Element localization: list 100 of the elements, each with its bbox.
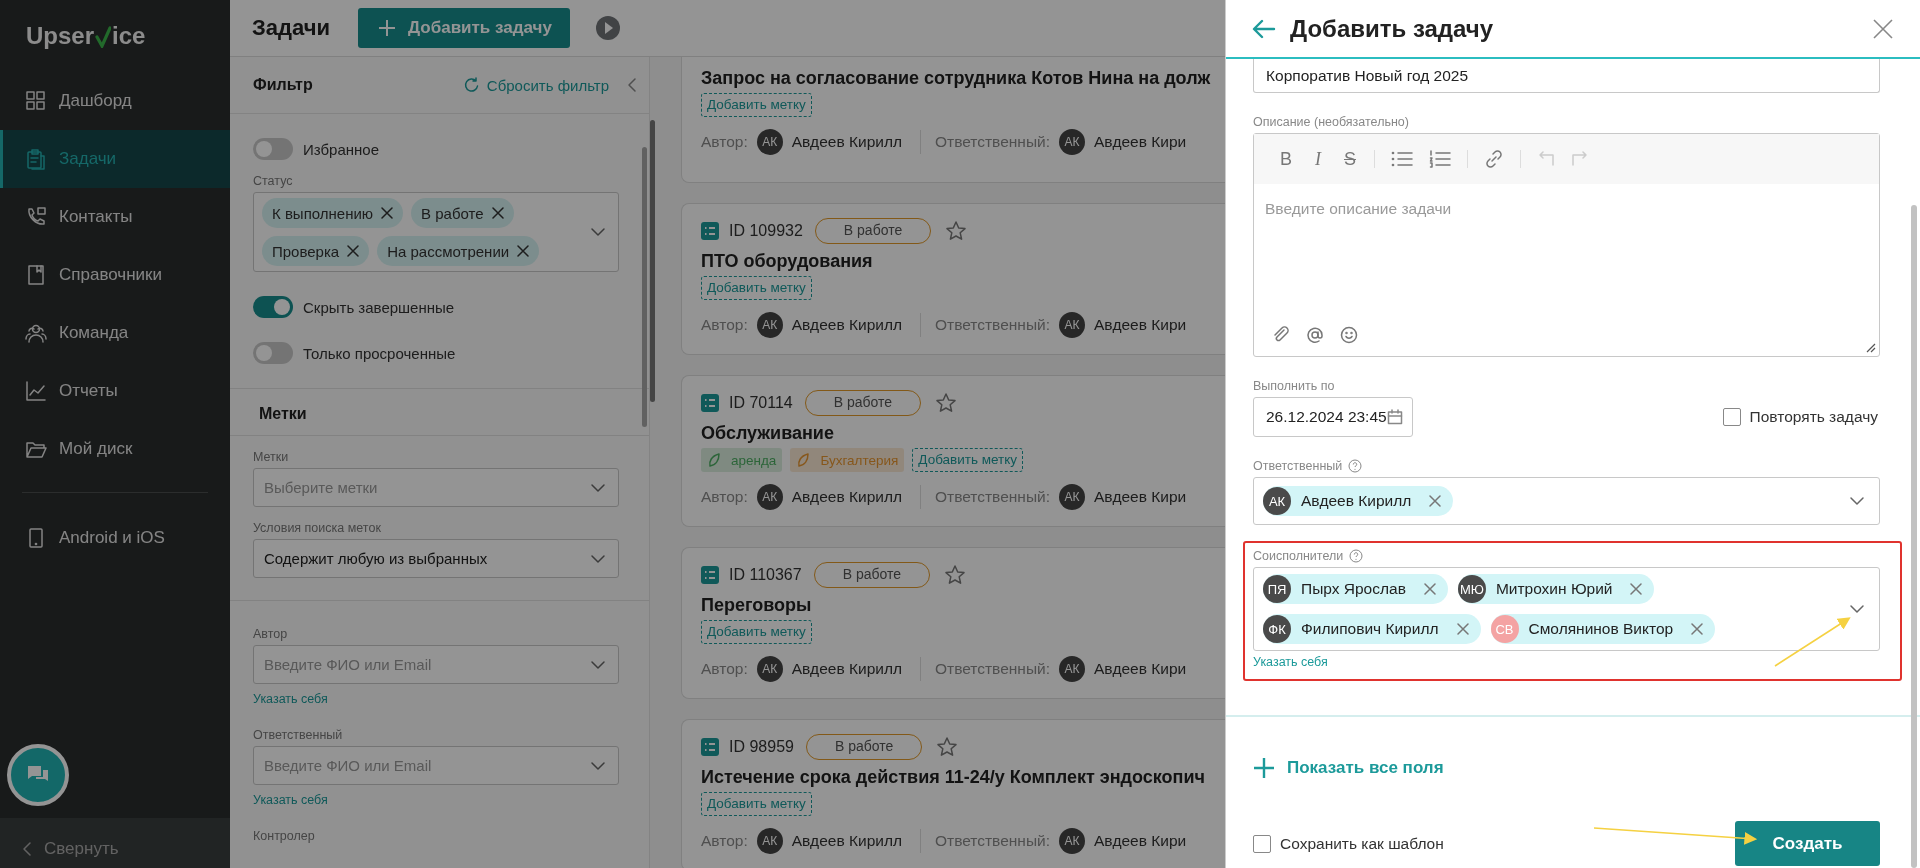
smiley-icon[interactable]	[1340, 326, 1358, 344]
toggle-switch[interactable]	[253, 138, 293, 160]
author-label: Автор:	[701, 316, 748, 334]
person-name: Авдеев Кирилл	[791, 133, 902, 151]
author-label: Автор:	[701, 660, 748, 678]
star-icon[interactable]	[945, 220, 968, 242]
status-select[interactable]: К выполнению В работе Проверка На рассмотрении	[253, 192, 619, 272]
toggle-switch[interactable]	[253, 342, 293, 364]
create-button[interactable]: Создать	[1735, 821, 1880, 866]
checklist-icon	[701, 222, 719, 240]
link-icon[interactable]	[1484, 149, 1504, 169]
task-card[interactable]: ID 109932 В работе ПТО оборудования Добавить метку Автор: АК Авдеев Кирилл Ответственный: АК Авдеев Кири	[681, 203, 1225, 355]
close-icon[interactable]	[1873, 18, 1893, 39]
add-tag-button[interactable]: Добавить метку	[701, 792, 812, 816]
nav-item[interactable]: Задачи	[0, 130, 230, 188]
avatar: АК	[1059, 828, 1085, 854]
paperclip-icon[interactable]	[1272, 326, 1290, 344]
description-placeholder: Введите описание задачи	[1264, 199, 1453, 219]
avatar: АК	[756, 484, 783, 510]
chevron-down-icon	[1849, 496, 1865, 506]
add-tag-button[interactable]: Добавить метку	[701, 276, 812, 300]
checkbox[interactable]	[1253, 834, 1271, 853]
toggle-switch[interactable]	[253, 296, 293, 318]
people-select[interactable]: ПЯ Пырх Ярослав МЮ Митрохин Юрий ФК Филипович Кирилл СВ Смолянинов Виктор	[1253, 567, 1880, 651]
task-card[interactable]: ID 110367 В работе Переговоры Добавить метку Автор: АК Авдеев Кирилл Ответственный: АК Авдеев Кири	[681, 547, 1225, 699]
people-select[interactable]: АК Авдеев Кирилл	[1253, 477, 1880, 525]
at-sign-icon[interactable]	[1306, 326, 1324, 344]
filter-title: Фильтр	[253, 76, 314, 94]
nav-item[interactable]: Команда	[0, 304, 230, 362]
task-card[interactable]: ID 70114 В работе Обслуживание аренда Бухгалтерия Добавить метку Автор: АК Авдеев Кирилл Ответственный: АК Авдеев Кири	[681, 375, 1225, 527]
nav-item[interactable]: Справочники	[0, 246, 230, 304]
avatar: АК	[1059, 129, 1085, 155]
bold-button[interactable]: B	[1278, 148, 1294, 170]
person-name: Авдеев Кирилл	[791, 316, 902, 334]
select-field[interactable]: Выберите метки	[253, 468, 619, 507]
show-all-fields-link[interactable]: Показать все поля	[1253, 757, 1444, 779]
field-label: Выполнить по	[1253, 379, 1336, 393]
person-name: Авдеев Кири	[1094, 660, 1187, 678]
status-chip: В работе	[411, 198, 514, 228]
add-tag-button[interactable]: Добавить метку	[701, 620, 812, 644]
checkbox[interactable]	[1722, 408, 1741, 426]
scrollbar-thumb[interactable]	[1911, 205, 1917, 868]
nav-item[interactable]: Android и iOS	[0, 509, 230, 567]
close-icon[interactable]	[347, 245, 360, 257]
chevron-down-icon	[1849, 604, 1865, 614]
avatar: АК	[756, 828, 783, 854]
star-icon[interactable]	[936, 736, 959, 758]
chevron-left-icon[interactable]	[627, 77, 637, 93]
nav-item[interactable]: Дашборд	[0, 72, 230, 130]
bullet-list-icon[interactable]	[1391, 150, 1413, 168]
star-icon[interactable]	[935, 392, 958, 414]
scrollbar-thumb[interactable]	[642, 147, 647, 427]
task-id: ID 110367	[729, 566, 802, 584]
add-tag-button[interactable]: Добавить метку	[912, 448, 1024, 472]
star-icon[interactable]	[944, 564, 966, 586]
description-editor[interactable]: B I S Введите описание задачи	[1253, 133, 1880, 357]
self-link[interactable]: Указать себя	[253, 793, 328, 807]
numbered-list-icon[interactable]	[1429, 150, 1451, 168]
close-icon[interactable]	[1630, 583, 1643, 595]
close-icon[interactable]	[1429, 495, 1442, 507]
owner-label: Ответственный:	[935, 660, 1050, 678]
avatar: АК	[756, 312, 783, 338]
strikethrough-button[interactable]: S	[1342, 148, 1358, 170]
select-field[interactable]: Содержит любую из выбранных	[253, 539, 619, 578]
title-field[interactable]: Корпоратив Новый год 2025	[1253, 59, 1880, 93]
leaf-icon	[707, 452, 721, 468]
close-icon[interactable]	[517, 245, 530, 257]
reset-filter-link[interactable]: Сбросить фильтр	[462, 76, 609, 94]
task-card[interactable]: Запрос на согласование сотрудника Котов Нина на долж Добавить метку Автор: АК Авдеев Кирилл Ответственный: АК Авдеев Кири	[681, 57, 1225, 183]
date-field[interactable]: 26.12.2024 23:45	[1253, 397, 1413, 437]
scrollbar-thumb[interactable]	[650, 120, 655, 402]
owner-label: Ответственный:	[935, 316, 1050, 334]
close-icon[interactable]	[491, 207, 504, 219]
back-arrow-icon[interactable]	[1252, 18, 1276, 39]
field-label: Ответственный	[253, 728, 344, 742]
italic-button[interactable]: I	[1310, 148, 1326, 170]
play-icon[interactable]	[595, 16, 620, 40]
field-label: Описание (необязательно)	[1253, 115, 1410, 129]
field-label: Соисполнители	[1253, 549, 1344, 563]
select-field[interactable]: Введите ФИО или Email	[253, 746, 619, 785]
leaf-icon	[796, 452, 811, 468]
drawer-title: Добавить задачу	[1290, 14, 1495, 43]
nav-item[interactable]: Мой диск	[0, 420, 230, 478]
add-task-button[interactable]: Добавить задачу	[357, 8, 570, 48]
close-icon[interactable]	[381, 207, 394, 219]
task-title: Запрос на согласование сотрудника Котов Нина на долж	[701, 68, 1212, 89]
checklist-icon	[701, 394, 719, 412]
self-link[interactable]: Указать себя	[1253, 655, 1328, 669]
close-icon[interactable]	[1423, 583, 1436, 595]
close-icon[interactable]	[1456, 623, 1469, 635]
collapse-button[interactable]: Свернуть	[0, 818, 230, 868]
avatar: СВ	[1490, 615, 1519, 643]
nav-item[interactable]: Отчеты	[0, 362, 230, 420]
nav-item[interactable]: Контакты	[0, 188, 230, 246]
select-field[interactable]: Введите ФИО или Email	[253, 645, 619, 684]
task-card[interactable]: ID 98959 В работе Истечение срока действия 11-24/у Комплект эндоскопич Добавить метку Автор: АК Авдеев Кирилл Ответственный: АК Авдеев Кири	[681, 719, 1225, 868]
add-tag-button[interactable]: Добавить метку	[701, 93, 812, 117]
close-icon[interactable]	[1691, 623, 1704, 635]
avatar: АК	[1059, 312, 1085, 338]
self-link[interactable]: Указать себя	[253, 692, 328, 706]
